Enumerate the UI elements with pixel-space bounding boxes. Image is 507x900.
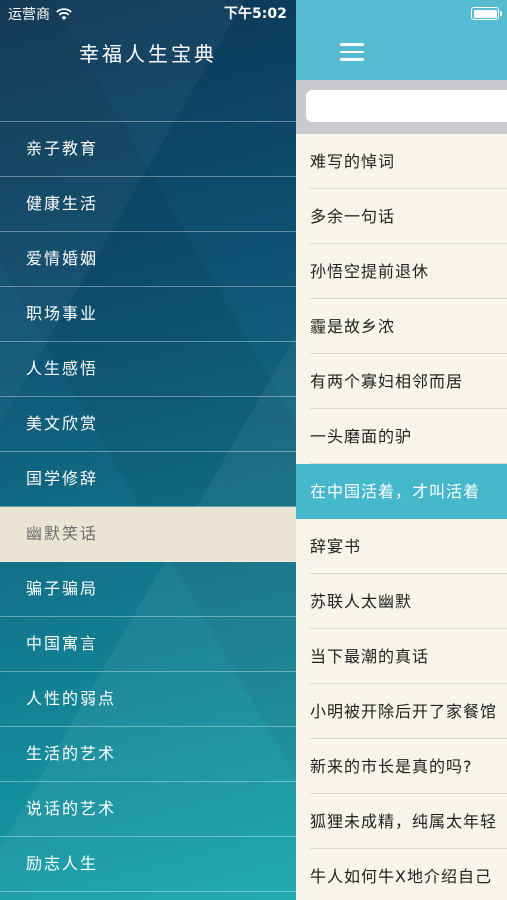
menu-item-inspiration[interactable]: 励志人生	[0, 837, 296, 892]
category-menu: 亲子教育 健康生活 爱情婚姻 职场事业 人生感悟 美文欣赏 国学修辞 幽默笑话 …	[0, 121, 296, 892]
article-item[interactable]: 苏联人太幽默	[296, 574, 507, 629]
menu-item-art-of-living[interactable]: 生活的艺术	[0, 727, 296, 782]
article-item[interactable]: 当下最潮的真话	[296, 629, 507, 684]
search-input[interactable]	[306, 90, 507, 122]
hamburger-icon[interactable]	[340, 42, 364, 62]
menu-item-life-insights[interactable]: 人生感悟	[0, 342, 296, 397]
menu-item-human-weakness[interactable]: 人性的弱点	[0, 672, 296, 727]
article-item[interactable]: 有两个寡妇相邻而居	[296, 354, 507, 409]
article-item-selected[interactable]: 在中国活着，才叫活着	[296, 464, 507, 519]
search-bar	[296, 80, 507, 134]
menu-item-fables[interactable]: 中国寓言	[0, 617, 296, 672]
article-item[interactable]: 霾是故乡浓	[296, 299, 507, 354]
menu-item-essays[interactable]: 美文欣赏	[0, 397, 296, 452]
article-item[interactable]: 新来的市长是真的吗?	[296, 739, 507, 794]
article-item[interactable]: 多余一句话	[296, 189, 507, 244]
article-item[interactable]: 辞宴书	[296, 519, 507, 574]
menu-item-jokes[interactable]: 幽默笑话	[0, 507, 296, 562]
article-item[interactable]: 小明被开除后开了家餐馆	[296, 684, 507, 739]
menu-item-love-marriage[interactable]: 爱情婚姻	[0, 232, 296, 287]
article-item[interactable]: 狐狸未成精，纯属太年轻	[296, 794, 507, 849]
article-item[interactable]: 难写的悼词	[296, 134, 507, 189]
menu-item-art-of-speaking[interactable]: 说话的艺术	[0, 782, 296, 837]
menu-item-career[interactable]: 职场事业	[0, 287, 296, 342]
article-item[interactable]: 一头磨面的驴	[296, 409, 507, 464]
nav-bar	[296, 0, 507, 80]
carrier-label: 运营商	[8, 7, 50, 23]
menu-item-parenting[interactable]: 亲子教育	[0, 122, 296, 177]
menu-item-classics[interactable]: 国学修辞	[0, 452, 296, 507]
app-title: 幸福人生宝典	[79, 42, 217, 66]
status-bar-left: 运营商	[8, 4, 73, 24]
main-panel: 难写的悼词 多余一句话 孙悟空提前退休 霾是故乡浓 有两个寡妇相邻而居 一头磨面…	[296, 0, 507, 900]
wifi-icon	[55, 7, 73, 21]
battery-icon	[471, 7, 502, 20]
menu-item-scams[interactable]: 骗子骗局	[0, 562, 296, 617]
menu-item-healthy-living[interactable]: 健康生活	[0, 177, 296, 232]
article-item[interactable]: 牛人如何牛X地介绍自己	[296, 849, 507, 900]
article-list: 难写的悼词 多余一句话 孙悟空提前退休 霾是故乡浓 有两个寡妇相邻而居 一头磨面…	[296, 134, 507, 900]
sidebar: 运营商 下午5:02 幸福人生宝典 亲子教育 健康生活 爱情婚姻 职场事业 人生…	[0, 0, 296, 900]
article-item[interactable]: 孙悟空提前退休	[296, 244, 507, 299]
status-time: 下午5:02	[224, 6, 287, 22]
